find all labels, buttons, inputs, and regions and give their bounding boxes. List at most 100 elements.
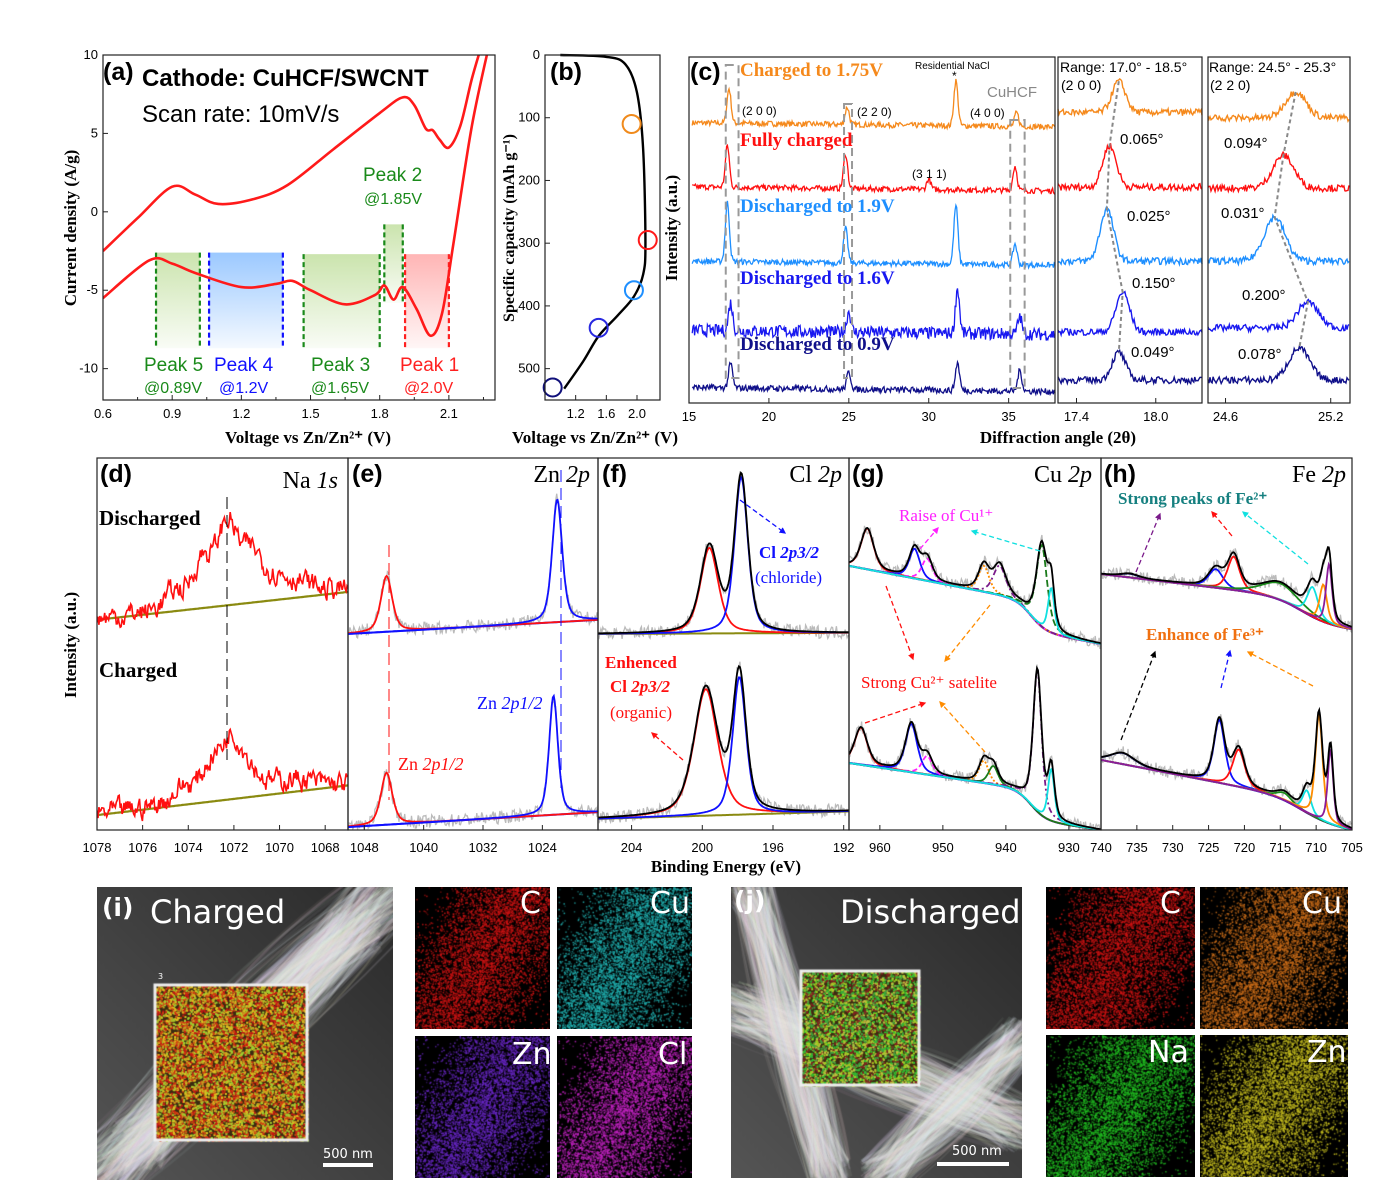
panel-label-e: (e)	[352, 460, 383, 488]
y-tick-label: 300	[518, 235, 540, 250]
x-tick-label: 720	[1234, 840, 1256, 855]
xrd-zoom-pattern	[1207, 298, 1350, 334]
fit-envelope	[849, 527, 1101, 645]
plot-layer: 0.6 0.9 1.2 1.5 1.8 2.1 10 5 0 -5 -10 1.2 1.6 2.0 0 100…	[79, 47, 1363, 855]
panel-label-c: (c)	[690, 58, 721, 86]
x-tick-label: 735	[1126, 840, 1148, 855]
fit-component	[598, 676, 849, 820]
inset2-shift: 0.031°	[1221, 205, 1265, 222]
fit-component	[1101, 555, 1352, 630]
scale-bar	[323, 1163, 373, 1167]
x-tick-label: 17.4	[1064, 409, 1089, 424]
panel-label-i: (i)	[102, 893, 134, 922]
inset1-shift: 0.049°	[1131, 344, 1175, 361]
x-tick-label: 1.6	[597, 406, 615, 421]
chloride-sublabel: (chloride)	[755, 568, 822, 587]
panel-a-subtitle: Scan rate: 10mV/s	[142, 101, 339, 128]
fit-component	[849, 667, 1101, 830]
y-tick-label: -5	[86, 282, 98, 297]
x-tick-label: 15	[682, 409, 696, 424]
series-label-discharged-16: Discharged to 1.6V	[740, 268, 895, 289]
background-line	[849, 564, 1101, 645]
peak5-voltage: @0.89V	[144, 380, 202, 397]
peak-region	[209, 252, 283, 349]
arrow-icon	[919, 527, 939, 550]
x-tick-label: 25.2	[1318, 409, 1343, 424]
background-line	[96, 590, 349, 621]
x-tick-label: 1078	[83, 840, 112, 855]
xrd-zoom-pattern	[1057, 290, 1203, 338]
panel-label-d: (d)	[100, 460, 132, 488]
hkl-200: (2 0 0)	[742, 104, 777, 118]
eds-label: C	[520, 886, 541, 921]
y-tick-label: 400	[518, 298, 540, 313]
zn-2p-blue-label: Zn 2p1/2	[477, 693, 543, 713]
x-tick-label: 1024	[528, 840, 557, 855]
inset2-shift: 0.078°	[1238, 346, 1282, 363]
series-label-fully-charged: Fully charged	[740, 130, 853, 151]
chloride-label: Cl 2p3/2	[759, 543, 819, 562]
x-tick-label: 18.0	[1143, 409, 1168, 424]
y-tick-label: 100	[518, 110, 540, 125]
series-label-charged-175: Charged to 1.75V	[740, 60, 883, 81]
x-tick-label: 1074	[174, 840, 203, 855]
arrow-icon	[651, 732, 684, 761]
eds-label: Na	[1148, 1035, 1189, 1070]
x-tick-label: 1.2	[567, 406, 585, 421]
eds-label: C	[1160, 886, 1181, 921]
x-tick-label: 715	[1269, 840, 1291, 855]
peak3-voltage: @1.65V	[311, 380, 369, 397]
x-tick-label: 725	[1198, 840, 1220, 855]
arrow-icon	[1135, 512, 1162, 573]
x-tick-label: 1048	[350, 840, 379, 855]
eds-label: Zn	[512, 1037, 552, 1072]
x-tick-label: 730	[1162, 840, 1184, 855]
panel-g-title: Cu 2p	[1034, 462, 1092, 488]
x-tick-label: 1068	[311, 840, 340, 855]
arrow-icon	[1220, 649, 1232, 689]
xps-text: (d) Na 1s Discharged Charged (e) Zn 2p Z…	[61, 460, 1346, 876]
xps-xlabel: Binding Energy (eV)	[651, 857, 801, 876]
arrow-icon	[944, 604, 991, 663]
x-tick-label: 20	[762, 409, 776, 424]
state-marker	[542, 377, 563, 398]
panel-a-title: Cathode: CuHCF/SWCNT	[142, 65, 429, 92]
panel-f-title: Cl 2p	[789, 462, 842, 488]
y-tick-label: 500	[518, 361, 540, 376]
panel-b-xlabel: Voltage vs Zn/Zn²⁺ (V)	[512, 428, 678, 447]
series-label-discharged-09: Discharged to 0.9V	[740, 334, 895, 355]
inset1-shift: 0.025°	[1127, 208, 1171, 225]
x-tick-label: 950	[932, 840, 954, 855]
hkl-220: (2 2 0)	[857, 105, 892, 119]
arrow-icon	[970, 529, 1041, 552]
cuhcf-label: CuHCF	[987, 84, 1037, 101]
scale-bar	[937, 1162, 1009, 1166]
nacl-star: *	[952, 69, 957, 83]
state-marker	[621, 114, 642, 134]
x-tick-label: 705	[1341, 840, 1363, 855]
state-marker	[637, 230, 658, 251]
x-tick-label: 930	[1058, 840, 1080, 855]
na-1s-spectrum	[97, 727, 348, 822]
x-tick-label: 0.9	[163, 406, 181, 421]
panel-b-ylabel: Specific capacity (mAh g⁻¹)	[501, 134, 518, 322]
xrd-pattern	[691, 288, 1056, 342]
panel-label-b: (b)	[550, 58, 582, 86]
arrow-icon	[1246, 651, 1314, 687]
fit-envelope	[849, 665, 1101, 830]
fe2-label: Strong peaks of Fe²⁺	[1118, 489, 1267, 508]
fit-component	[849, 565, 1101, 645]
scale-bar-label: 500 nm	[952, 1144, 1002, 1159]
peak1-label: Peak 1	[400, 355, 459, 376]
panel-c-xlabel: Diffraction angle (2θ)	[980, 428, 1136, 447]
x-tick-label: 196	[762, 840, 784, 855]
x-tick-label: 940	[995, 840, 1017, 855]
xps-ylabel: Intensity (a.u.)	[61, 592, 80, 698]
panel-label-j: (j)	[734, 886, 766, 915]
xrd-pattern	[691, 359, 1056, 397]
x-tick-label: 1072	[219, 840, 248, 855]
arrow-icon	[864, 701, 927, 724]
x-tick-label: 204	[621, 840, 643, 855]
raise-cu1-label: Raise of Cu¹⁺	[899, 506, 993, 525]
cu2-satellite-label: Strong Cu²⁺ satelite	[861, 673, 997, 692]
